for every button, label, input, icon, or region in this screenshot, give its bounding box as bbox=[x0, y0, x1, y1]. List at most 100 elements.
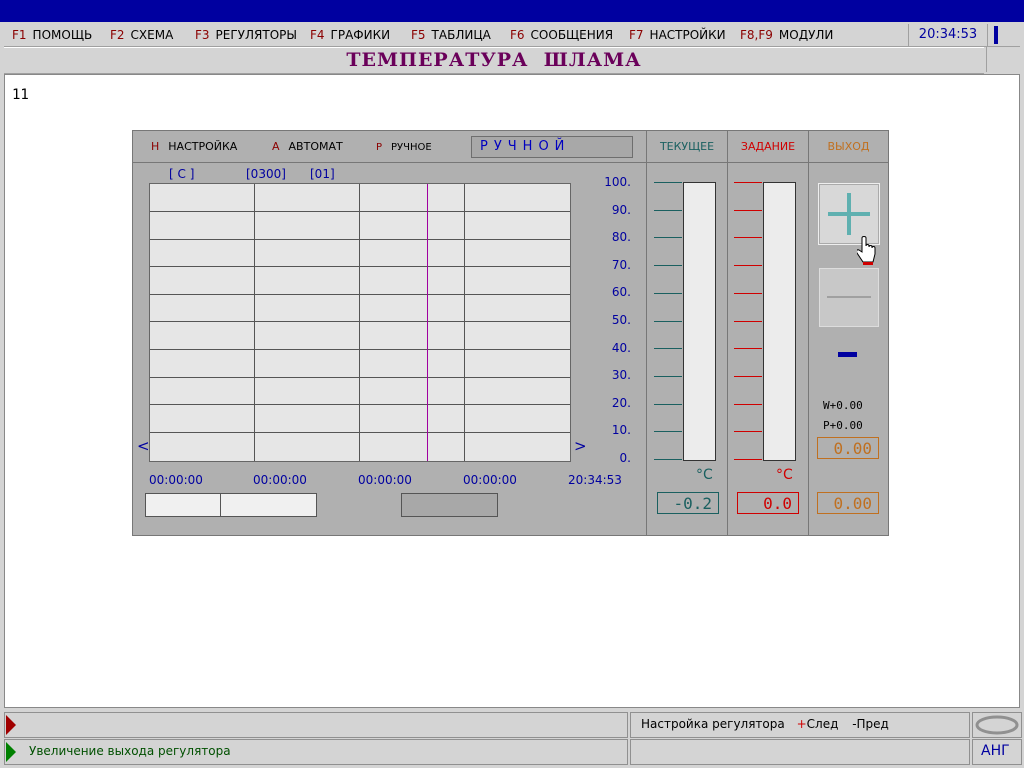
grid-line bbox=[464, 184, 465, 461]
scale-tick bbox=[654, 265, 682, 267]
chart-page: [01] bbox=[310, 167, 335, 181]
output-p-line: P+0.00 bbox=[823, 419, 863, 432]
grid-line bbox=[150, 294, 570, 295]
scale-tick bbox=[654, 459, 682, 460]
setpoint-bar bbox=[763, 182, 796, 461]
mode-label: АВТОМАТ bbox=[288, 140, 343, 153]
scale-tick bbox=[654, 320, 682, 322]
page-title: ТЕМПЕРАТУРА ШЛАМА bbox=[346, 49, 642, 71]
menu-messages[interactable]: F6 СООБЩЕНИЯ bbox=[510, 28, 613, 42]
grid-line bbox=[150, 266, 570, 267]
menu-label: ПОМОЩЬ bbox=[32, 28, 93, 42]
scale-tick bbox=[654, 182, 682, 183]
menu-key: F8,F9 bbox=[740, 28, 773, 42]
output-value-bottom: 0.00 bbox=[817, 492, 879, 514]
hint-prev[interactable]: -Пред bbox=[852, 717, 889, 731]
menu-label: СООБЩЕНИЯ bbox=[530, 28, 614, 42]
y-tick: 90. bbox=[611, 203, 631, 217]
y-tick: 40. bbox=[611, 341, 631, 355]
grid-line bbox=[150, 404, 570, 405]
menu-table[interactable]: F5 ТАБЛИЦА bbox=[411, 28, 491, 42]
current-bar bbox=[683, 182, 716, 461]
scale-tick bbox=[654, 292, 682, 294]
scroll-right-arrow[interactable]: > bbox=[574, 437, 587, 455]
title-bar: ТЕМПЕРАТУРА ШЛАМА bbox=[4, 47, 984, 74]
y-tick: 20. bbox=[611, 396, 631, 410]
menu-label: СХЕМА bbox=[130, 28, 174, 42]
scale-tick bbox=[734, 403, 762, 405]
ring-icon bbox=[975, 715, 1019, 735]
regulator-panel: Н НАСТРОЙКА А АВТОМАТ Р РУЧНОЕ РУЧНОЙ ТЕКУЩ… bbox=[132, 130, 889, 536]
menu-modules[interactable]: F8,F9 МОДУЛИ bbox=[740, 28, 833, 42]
chart-cursor[interactable] bbox=[427, 184, 428, 461]
mode-manual[interactable]: Р РУЧНОЕ bbox=[376, 140, 432, 153]
menu-key: F3 bbox=[195, 28, 210, 42]
x-tick: 00:00:00 bbox=[149, 473, 203, 487]
menu-settings[interactable]: F7 НАСТРОЙКИ bbox=[629, 28, 726, 42]
menu-graphs[interactable]: F4 ГРАФИКИ bbox=[310, 28, 390, 42]
menu-key: F1 bbox=[12, 28, 27, 42]
scale-tick bbox=[734, 209, 762, 211]
setpoint-value[interactable]: 0.0 bbox=[737, 492, 799, 514]
grid-line bbox=[150, 377, 570, 378]
scale-tick bbox=[734, 375, 762, 377]
chart-scroll-field-left[interactable] bbox=[145, 493, 221, 517]
status-line-1 bbox=[4, 712, 628, 738]
grid-line bbox=[150, 349, 570, 350]
hint-bar: Настройка регулятора +След -Пред bbox=[630, 712, 970, 738]
mode-key: Р bbox=[376, 142, 383, 153]
mode-value: РУЧНОЙ bbox=[480, 139, 571, 154]
chart-unit: [ С ] bbox=[169, 167, 195, 181]
menu-key: F6 bbox=[510, 28, 525, 42]
hint-next[interactable]: След bbox=[807, 717, 839, 731]
output-direction-indicator bbox=[838, 352, 857, 357]
scale-tick bbox=[734, 182, 762, 183]
mode-setup[interactable]: Н НАСТРОЙКА bbox=[151, 140, 237, 153]
divider bbox=[808, 131, 809, 535]
grid-line bbox=[150, 432, 570, 433]
menu-key: F5 bbox=[411, 28, 426, 42]
top-blue-bar bbox=[0, 0, 1024, 22]
menu-key: F4 bbox=[310, 28, 325, 42]
trend-chart bbox=[149, 183, 571, 462]
y-tick: 0. bbox=[619, 451, 631, 465]
menu-label: МОДУЛИ bbox=[778, 28, 834, 42]
mode-auto[interactable]: А АВТОМАТ bbox=[272, 140, 343, 153]
menu-scheme[interactable]: F2 СХЕМА bbox=[110, 28, 173, 42]
scale-tick bbox=[654, 237, 682, 239]
current-value: -0.2 bbox=[657, 492, 719, 514]
y-tick: 30. bbox=[611, 368, 631, 382]
scale-tick bbox=[734, 459, 762, 460]
menu-label: ТАБЛИЦА bbox=[431, 28, 491, 42]
hint-text: Настройка регулятора +След -Пред bbox=[641, 717, 889, 731]
scale-tick bbox=[734, 265, 762, 267]
divider bbox=[727, 131, 728, 535]
current-unit: °C bbox=[696, 467, 713, 483]
menu-help[interactable]: F1 ПОМОЩЬ bbox=[12, 28, 92, 42]
mode-key: Н bbox=[151, 140, 160, 153]
green-triangle-icon bbox=[6, 742, 16, 762]
scale-tick bbox=[654, 209, 682, 211]
grid-line bbox=[150, 321, 570, 322]
menu-regulators[interactable]: F3 РЕГУЛЯТОРЫ bbox=[195, 28, 297, 42]
x-tick: 00:00:00 bbox=[253, 473, 307, 487]
decrease-output-button[interactable] bbox=[819, 268, 879, 327]
function-key-menu: F1 ПОМОЩЬ F2 СХЕМА F3 РЕГУЛЯТОРЫ F4 ГРАФИКИ … bbox=[4, 24, 1020, 47]
scale-tick bbox=[734, 292, 762, 294]
divider bbox=[133, 162, 888, 163]
grid-line bbox=[150, 211, 570, 212]
mode-label: НАСТРОЙКА bbox=[168, 140, 238, 153]
output-header: ВЫХОД bbox=[827, 140, 870, 153]
chart-scroll-field-right[interactable] bbox=[220, 493, 317, 517]
y-tick: 10. bbox=[611, 423, 631, 437]
hand-pointer-icon bbox=[857, 236, 876, 265]
language-toggle[interactable]: АНГ bbox=[972, 739, 1022, 765]
status-ring bbox=[972, 712, 1022, 738]
status-text-2: Увеличение выхода регулятора bbox=[29, 744, 231, 758]
output-w-line: W+0.00 bbox=[823, 399, 863, 412]
scale-tick bbox=[734, 237, 762, 239]
scroll-left-arrow[interactable]: < bbox=[137, 437, 150, 455]
clock: 20:34:53 bbox=[908, 24, 988, 46]
status-line-2: Увеличение выхода регулятора bbox=[4, 739, 628, 765]
scale-tick bbox=[734, 431, 762, 433]
